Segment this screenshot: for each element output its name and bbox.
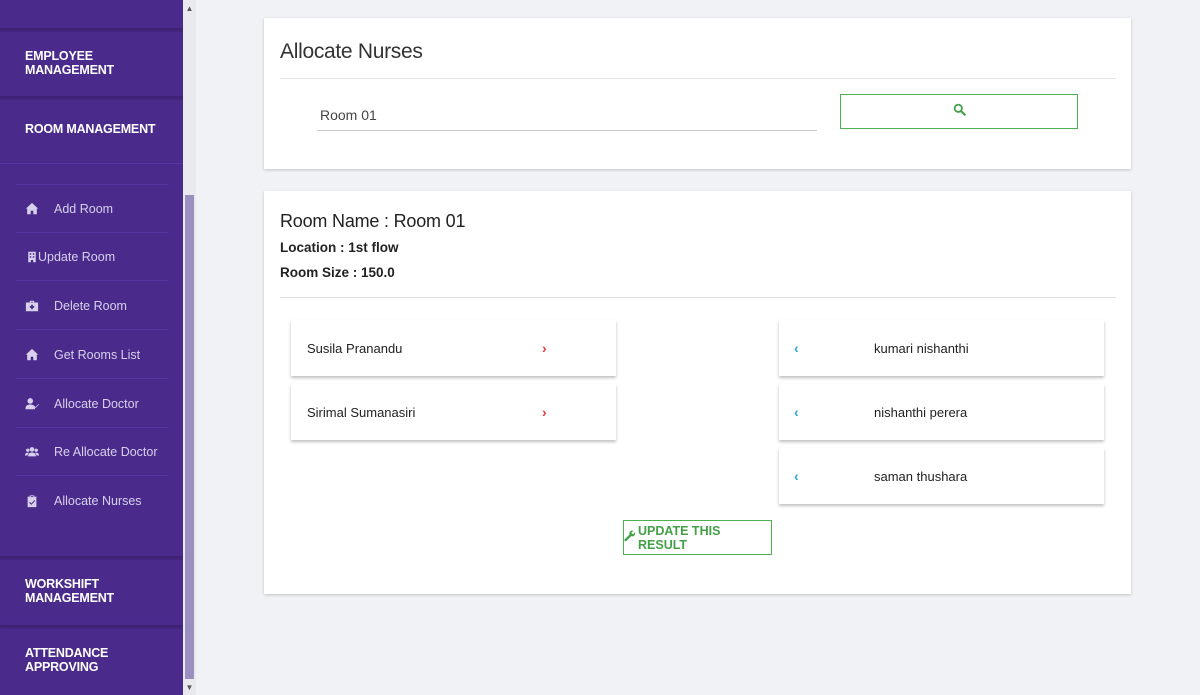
sidebar-scrollbar[interactable]: ▲ ▼: [183, 0, 196, 695]
sidebar-section-workshift-management[interactable]: WORKSHIFT MANAGEMENT: [0, 558, 183, 624]
sidebar: EMPLOYEE MANAGEMENT ROOM MANAGEMENT Add …: [0, 0, 196, 695]
sidebar-item-get-rooms-list[interactable]: Get Rooms List: [16, 331, 168, 379]
scroll-up-icon[interactable]: ▲: [183, 1, 196, 15]
sidebar-section-room-management[interactable]: ROOM MANAGEMENT: [0, 98, 183, 160]
nurse-name: nishanthi perera: [874, 404, 968, 420]
sidebar-item-allocate-doctor[interactable]: Allocate Doctor: [16, 380, 168, 428]
sidebar-item-label: Get Rooms List: [54, 347, 141, 362]
home-icon: [16, 348, 44, 362]
user-check-icon: [16, 397, 44, 411]
chevron-right-icon[interactable]: ›: [542, 404, 547, 420]
allocated-nurse-item[interactable]: Sirimal Sumanasiri ›: [291, 384, 616, 440]
chevron-left-icon[interactable]: ‹: [794, 468, 799, 484]
nurse-name: kumari nishanthi: [874, 340, 969, 356]
room-name: Room Name : Room 01: [280, 211, 466, 231]
sidebar-item-label: Update Room: [38, 249, 116, 264]
update-button-label: UPDATE THIS RESULT: [638, 523, 721, 552]
sidebar-menu: EMPLOYEE MANAGEMENT ROOM MANAGEMENT Add …: [0, 0, 183, 695]
sidebar-section-employee-management[interactable]: EMPLOYEE MANAGEMENT: [0, 30, 183, 96]
sidebar-item-re-allocate-doctor[interactable]: Re Allocate Doctor: [16, 428, 168, 476]
sidebar-section-attendance-approving[interactable]: ATTENDANCE APPROVING: [0, 627, 183, 693]
sidebar-item-allocate-nurses[interactable]: Allocate Nurses: [16, 477, 168, 525]
available-nurse-item[interactable]: ‹ nishanthi perera: [779, 384, 1104, 440]
chevron-right-icon[interactable]: ›: [542, 340, 547, 356]
nurse-name: saman thushara: [874, 468, 968, 484]
available-nurse-item[interactable]: ‹ saman thushara: [779, 448, 1104, 504]
page-title: Allocate Nurses: [280, 40, 423, 63]
room-size: Room Size : 150.0: [280, 265, 395, 280]
room-location: Location : 1st flow: [280, 240, 399, 255]
search-icon: [953, 103, 966, 121]
nurse-name: Susila Pranandu: [307, 340, 403, 356]
sidebar-item-label: Allocate Doctor: [54, 396, 139, 411]
sidebar-item-update-room[interactable]: Update Room: [16, 233, 168, 281]
available-nurse-item[interactable]: ‹ kumari nishanthi: [779, 320, 1104, 376]
room-details-card: Room Name : Room 01 Location : 1st flow …: [264, 191, 1131, 594]
nurse-name: Sirimal Sumanasiri: [307, 404, 416, 420]
sidebar-item-label: Delete Room: [54, 298, 127, 313]
room-search-input[interactable]: [317, 100, 817, 131]
chevron-left-icon[interactable]: ‹: [794, 404, 799, 420]
update-result-button[interactable]: UPDATE THIS RESULT: [623, 520, 772, 555]
sidebar-item-label: Re Allocate Doctor: [54, 444, 158, 459]
allocated-nurse-item[interactable]: Susila Pranandu ›: [291, 320, 616, 376]
scroll-down-icon[interactable]: ▼: [183, 680, 196, 694]
sidebar-item-label: Allocate Nurses: [54, 494, 142, 508]
clipboard-check-icon: [16, 494, 44, 508]
divider: [280, 78, 1116, 79]
sidebar-item-delete-room[interactable]: Delete Room: [16, 282, 168, 330]
chevron-left-icon[interactable]: ‹: [794, 340, 799, 356]
sidebar-item-add-room[interactable]: Add Room: [16, 185, 168, 233]
search-button[interactable]: [840, 94, 1078, 129]
wrench-icon: [624, 530, 638, 545]
sidebar-divider: [0, 163, 183, 164]
users-icon: [16, 445, 44, 459]
building-icon: [16, 250, 38, 264]
home-icon: [16, 202, 44, 216]
search-card: Allocate Nurses: [264, 18, 1131, 169]
scrollbar-thumb[interactable]: [185, 195, 194, 679]
sidebar-item-label: Add Room: [54, 201, 114, 216]
divider: [280, 297, 1116, 298]
briefcase-medical-icon: [16, 299, 44, 313]
